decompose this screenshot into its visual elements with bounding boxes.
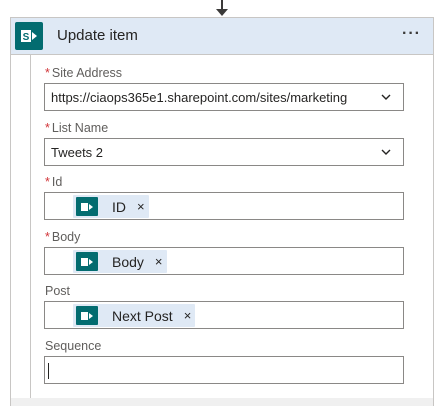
update-item-action-card: S Update item ··· * Site Address https://… — [10, 17, 434, 406]
svg-text:S: S — [23, 32, 30, 43]
required-marker: * — [45, 121, 50, 135]
action-body: * Site Address https://ciaops365e1.sharep… — [30, 54, 433, 406]
remove-token-button[interactable]: × — [137, 199, 145, 214]
sharepoint-icon: S — [15, 22, 43, 50]
token-label: ID — [112, 198, 126, 215]
chevron-down-icon — [381, 94, 391, 100]
sequence-label: Sequence — [45, 339, 102, 353]
required-marker: * — [45, 175, 50, 189]
action-header[interactable]: S Update item ··· — [11, 18, 433, 55]
site-address-value: https://ciaops365e1.sharepoint.com/sites… — [51, 90, 348, 105]
id-input[interactable]: ID × — [44, 192, 404, 220]
token-label: Body — [112, 253, 144, 270]
site-address-dropdown[interactable]: https://ciaops365e1.sharepoint.com/sites… — [44, 83, 404, 111]
body-input[interactable]: Body × — [44, 247, 404, 275]
dynamic-content-token[interactable]: Body × — [73, 250, 167, 273]
list-name-value: Tweets 2 — [51, 145, 104, 160]
site-address-label: * Site Address — [45, 66, 123, 80]
list-name-dropdown[interactable]: Tweets 2 — [44, 138, 404, 166]
card-bottom-edge — [11, 398, 433, 406]
body-label: * Body — [45, 230, 81, 244]
list-name-label: * List Name — [45, 121, 109, 135]
remove-token-button[interactable]: × — [155, 254, 163, 269]
text-cursor — [48, 363, 49, 379]
sequence-input[interactable] — [44, 356, 404, 384]
sharepoint-icon — [76, 252, 98, 271]
id-label: * Id — [45, 175, 63, 189]
sharepoint-icon — [76, 306, 98, 325]
required-marker: * — [45, 66, 50, 80]
more-options-button[interactable]: ··· — [402, 24, 421, 44]
flow-connector-arrow-icon — [216, 0, 228, 16]
chevron-down-icon — [381, 149, 391, 155]
token-label: Next Post — [112, 307, 173, 324]
action-title: Update item — [57, 27, 138, 44]
post-input[interactable]: Next Post × — [44, 301, 404, 329]
sharepoint-icon — [76, 197, 98, 216]
dynamic-content-token[interactable]: ID × — [73, 195, 149, 218]
post-label: Post — [45, 284, 71, 298]
dynamic-content-token[interactable]: Next Post × — [73, 304, 196, 327]
remove-token-button[interactable]: × — [184, 308, 192, 323]
required-marker: * — [45, 230, 50, 244]
